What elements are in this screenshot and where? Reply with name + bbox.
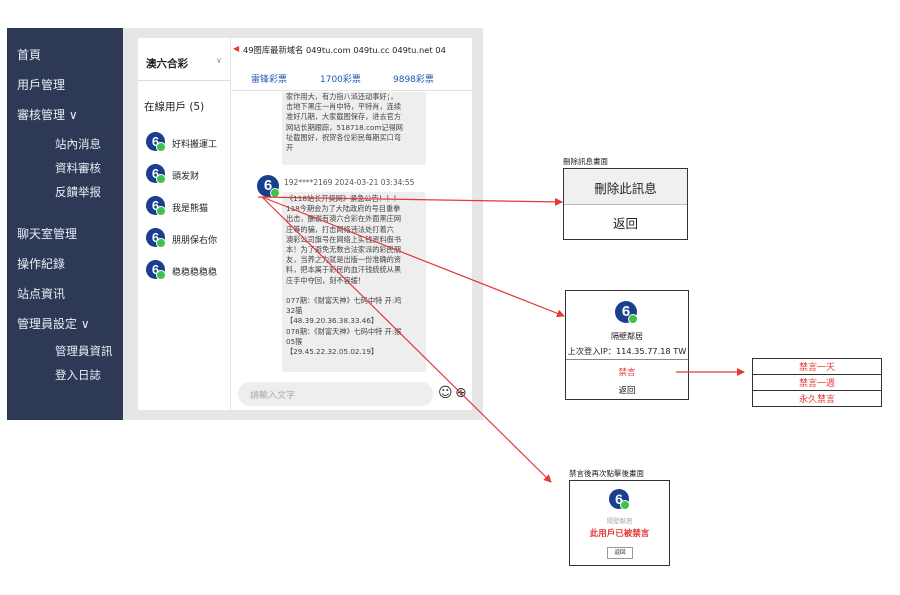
flow-arrows [257,196,745,483]
arrow-to-banned-popup [261,196,552,483]
arrow-to-delete-popup [257,196,563,206]
arrow-to-user-popup [261,196,565,318]
